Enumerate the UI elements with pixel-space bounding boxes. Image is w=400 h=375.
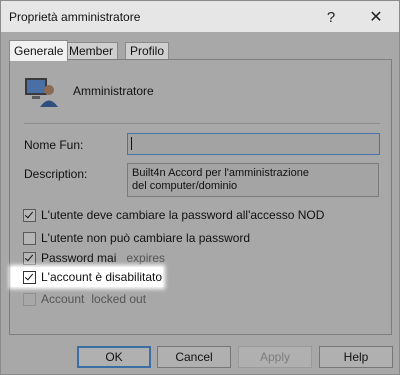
help-title-button[interactable]: ? (311, 3, 351, 31)
checkbox-password-never-expires[interactable]: Password mai expires (23, 250, 165, 266)
checkbox-label-suffix: expires (126, 251, 166, 265)
checkbox-must-change-password[interactable]: L'utente deve cambiare la password all'a… (23, 207, 324, 223)
checkbox-label: L'account è disabilitato (41, 270, 163, 284)
checkbox-account-locked-out[interactable]: Account locked out (23, 291, 146, 307)
user-computer-icon (25, 78, 58, 107)
tab-generale[interactable]: Generale (9, 40, 69, 61)
description-line-1: Built4n Accord per l'amministrazione (132, 167, 309, 179)
window-title: Proprietà amministratore (9, 10, 141, 24)
close-icon: ✕ (369, 9, 383, 26)
separator (24, 123, 380, 124)
checkbox-box[interactable] (23, 270, 36, 284)
description-line-2: del computer/dominio (132, 180, 238, 192)
description-input[interactable]: Built4n Accord per l'amministrazione del… (127, 163, 379, 197)
checkbox-box[interactable] (23, 251, 36, 265)
close-button[interactable]: ✕ (356, 3, 396, 31)
checkbox-account-disabled[interactable]: L'account è disabilitato (23, 269, 162, 285)
tab-profilo[interactable]: Profilo (125, 42, 170, 60)
apply-button[interactable]: Apply (238, 346, 312, 368)
help-icon: ? (326, 8, 336, 26)
ok-button[interactable]: OK (77, 346, 151, 368)
checkbox-box[interactable] (23, 292, 36, 306)
checkbox-label-suffix: locked out (91, 292, 147, 306)
checkbox-cannot-change-password[interactable]: L'utente non può cambiare la password (23, 230, 250, 246)
title-bar: Proprietà amministratore ? ✕ (1, 1, 399, 32)
description-label: Description: (24, 167, 88, 181)
cancel-button[interactable]: Cancel (157, 346, 231, 368)
user-name: Amministratore (73, 84, 154, 98)
nome-fun-input[interactable] (127, 133, 380, 155)
help-button[interactable]: Help (319, 346, 393, 368)
checkbox-label: L'utente non può cambiare la password (41, 231, 251, 245)
checkbox-label: Account (41, 292, 85, 306)
checkbox-box[interactable] (23, 231, 36, 245)
nome-fun-label: Nome Fun: (24, 138, 84, 152)
text-caret (131, 137, 132, 150)
properties-dialog: Proprietà amministratore ? ✕ Generale Me… (0, 0, 400, 375)
checkbox-label: Password mai (41, 251, 117, 265)
tab-member-of[interactable]: Member Of (64, 42, 119, 75)
checkbox-box[interactable] (23, 208, 36, 222)
checkbox-label: L'utente deve cambiare la password all'a… (41, 208, 325, 222)
